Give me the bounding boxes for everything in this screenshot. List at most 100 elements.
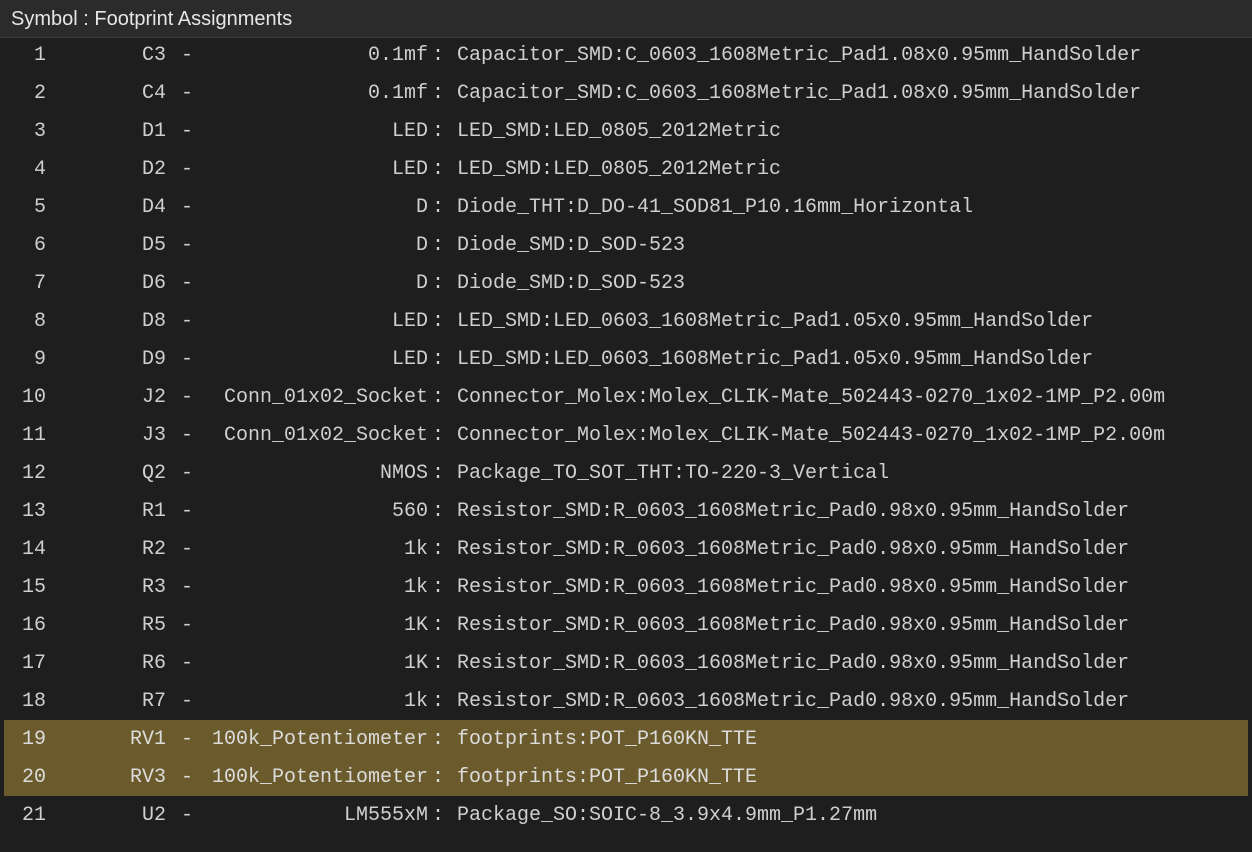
row-colon-separator: : xyxy=(432,576,445,599)
reference-designator: R6 xyxy=(141,652,166,675)
assignment-row[interactable]: 2 C4- 0.1mf: Capacitor_SMD:C_0603_1608Metri… xyxy=(4,74,1248,112)
footprint-name: footprints:POT_P160KN_TTE xyxy=(457,728,758,751)
assignment-row[interactable]: 12 Q2- NMOS: Package_TO_SOT_THT:TO-220-3_Ve… xyxy=(4,454,1248,492)
assignment-row[interactable]: 11 J3- Conn_01x02_Socket: Connector_Molex:M… xyxy=(4,416,1248,454)
row-colon-separator: : xyxy=(432,44,445,67)
row-dash-separator: - xyxy=(181,500,194,523)
assignment-row[interactable]: 13 R1- 560: Resistor_SMD:R_0603_1608Metric_… xyxy=(4,492,1248,530)
assignment-row[interactable]: 4 D2- LED: LED_SMD:LED_0805_2012Metric xyxy=(4,150,1248,188)
assignment-row[interactable]: 8 D8- LED: LED_SMD:LED_0603_1608Metric_Pad1… xyxy=(4,302,1248,340)
row-number: 5 xyxy=(33,196,46,219)
row-colon-separator: : xyxy=(432,538,445,561)
assignment-row[interactable]: 18 R7- 1k: Resistor_SMD:R_0603_1608Metric_P… xyxy=(4,682,1248,720)
reference-designator: R7 xyxy=(141,690,166,713)
reference-designator: R1 xyxy=(141,500,166,523)
row-number: 21 xyxy=(21,804,46,827)
symbol-value: 0.1mf xyxy=(367,44,428,67)
reference-designator: C3 xyxy=(141,44,166,67)
symbol-value: D xyxy=(415,272,428,295)
symbol-value: NMOS xyxy=(379,462,428,485)
row-dash-separator: - xyxy=(181,538,194,561)
row-dash-separator: - xyxy=(181,652,194,675)
row-number: 15 xyxy=(21,576,46,599)
footprint-name: Resistor_SMD:R_0603_1608Metric_Pad0.98x0… xyxy=(457,614,1130,637)
row-colon-separator: : xyxy=(432,310,445,333)
reference-designator: R2 xyxy=(141,538,166,561)
assignment-row[interactable]: 16 R5- 1K: Resistor_SMD:R_0603_1608Metric_P… xyxy=(4,606,1248,644)
row-dash-separator: - xyxy=(181,158,194,181)
symbol-value: 0.1mf xyxy=(367,82,428,105)
row-dash-separator: - xyxy=(181,310,194,333)
assignment-row[interactable]: 17 R6- 1K: Resistor_SMD:R_0603_1608Metric_P… xyxy=(4,644,1248,682)
row-colon-separator: : xyxy=(432,728,445,751)
row-colon-separator: : xyxy=(432,348,445,371)
row-colon-separator: : xyxy=(432,500,445,523)
footprint-name: Resistor_SMD:R_0603_1608Metric_Pad0.98x0… xyxy=(457,690,1130,713)
reference-designator: D8 xyxy=(141,310,166,333)
row-number: 1 xyxy=(33,44,46,67)
assignment-row[interactable]: 14 R2- 1k: Resistor_SMD:R_0603_1608Metric_P… xyxy=(4,530,1248,568)
row-number: 17 xyxy=(21,652,46,675)
row-number: 19 xyxy=(21,728,46,751)
symbol-value: 100k_Potentiometer xyxy=(211,766,428,789)
row-dash-separator: - xyxy=(181,728,194,751)
assignment-list[interactable]: 1 C3 - 0.1mf: Capacitor_SMD:C_0603_1608Metri… xyxy=(4,36,1248,852)
symbol-value: 1K xyxy=(403,652,428,675)
reference-designator: J3 xyxy=(141,424,166,447)
row-dash-separator: - xyxy=(181,462,194,485)
reference-designator: D9 xyxy=(141,348,166,371)
row-colon-separator: : xyxy=(432,652,445,675)
assignment-row[interactable]: 5 D4- D: Diode_THT:D_DO-41_SOD81_P10.16mm_H… xyxy=(4,188,1248,226)
symbol-value: Conn_01x02_Socket xyxy=(223,386,428,409)
symbol-value: 1k xyxy=(403,538,428,561)
reference-designator: D4 xyxy=(141,196,166,219)
assignment-row[interactable]: 15 R3- 1k: Resistor_SMD:R_0603_1608Metric_P… xyxy=(4,568,1248,606)
footprint-name: LED_SMD:LED_0805_2012Metric xyxy=(457,120,782,143)
row-colon-separator: : xyxy=(432,462,445,485)
footprint-name: LED_SMD:LED_0603_1608Metric_Pad1.05x0.95… xyxy=(457,348,1094,371)
assignment-row[interactable]: 1 C3- 0.1mf: Capacitor_SMD:C_0603_1608Metri… xyxy=(4,36,1248,74)
assignment-row[interactable]: 6 D5- D: Diode_SMD:D_SOD-523 xyxy=(4,226,1248,264)
footprint-name: Package_SO:SOIC-8_3.9x4.9mm_P1.27mm xyxy=(457,804,878,827)
footprint-name: Resistor_SMD:R_0603_1608Metric_Pad0.98x0… xyxy=(457,500,1130,523)
assignment-row[interactable]: 21 U2- LM555xM: Package_SO:SOIC-8_3.9x4.9mm… xyxy=(4,796,1248,834)
footprint-name: Package_TO_SOT_THT:TO-220-3_Vertical xyxy=(457,462,890,485)
assignment-row[interactable]: 7 D6- D: Diode_SMD:D_SOD-523 xyxy=(4,264,1248,302)
footprint-name: footprints:POT_P160KN_TTE xyxy=(457,766,758,789)
symbol-value: LM555xM xyxy=(343,804,428,827)
assignment-row[interactable]: 10 J2- Conn_01x02_Socket: Connector_Molex:M… xyxy=(4,378,1248,416)
panel-header: Symbol : Footprint Assignments xyxy=(0,0,1252,38)
row-colon-separator: : xyxy=(432,614,445,637)
reference-designator: D2 xyxy=(141,158,166,181)
row-number: 6 xyxy=(33,234,46,257)
row-dash-separator: - xyxy=(181,690,194,713)
symbol-value: LED xyxy=(391,310,428,333)
row-dash-separator: - xyxy=(181,348,194,371)
footprint-name: Capacitor_SMD:C_0603_1608Metric_Pad1.08x… xyxy=(457,44,1142,67)
reference-designator: J2 xyxy=(141,386,166,409)
reference-designator: U2 xyxy=(141,804,166,827)
footprint-name: Diode_SMD:D_SOD-523 xyxy=(457,272,686,295)
reference-designator: D5 xyxy=(141,234,166,257)
assignment-row[interactable]: 20 RV3-100k_Potentiometer: footprints:POT_… xyxy=(4,758,1248,796)
row-dash-separator: - xyxy=(181,234,194,257)
footprint-assignments-panel: Symbol : Footprint Assignments 1 C3 - 0.1mf… xyxy=(0,0,1252,852)
symbol-value: D xyxy=(415,196,428,219)
footprint-name: Capacitor_SMD:C_0603_1608Metric_Pad1.08x… xyxy=(457,82,1142,105)
symbol-value: LED xyxy=(391,348,428,371)
assignment-row[interactable]: 3 D1- LED: LED_SMD:LED_0805_2012Metric xyxy=(4,112,1248,150)
row-colon-separator: : xyxy=(432,196,445,219)
footprint-name: Diode_THT:D_DO-41_SOD81_P10.16mm_Horizon… xyxy=(457,196,974,219)
row-number: 13 xyxy=(21,500,46,523)
row-number: 3 xyxy=(33,120,46,143)
assignment-row[interactable]: 9 D9- LED: LED_SMD:LED_0603_1608Metric_Pad1… xyxy=(4,340,1248,378)
symbol-value: 1k xyxy=(403,576,428,599)
symbol-value: 100k_Potentiometer xyxy=(211,728,428,751)
symbol-value: LED xyxy=(391,158,428,181)
row-number: 11 xyxy=(21,424,46,447)
row-dash-separator: - xyxy=(181,424,194,447)
assignment-row[interactable]: 19 RV1-100k_Potentiometer: footprints:POT_… xyxy=(4,720,1248,758)
footprint-name: Resistor_SMD:R_0603_1608Metric_Pad0.98x0… xyxy=(457,576,1130,599)
row-dash-separator: - xyxy=(181,576,194,599)
footprint-name: LED_SMD:LED_0603_1608Metric_Pad1.05x0.95… xyxy=(457,310,1094,333)
